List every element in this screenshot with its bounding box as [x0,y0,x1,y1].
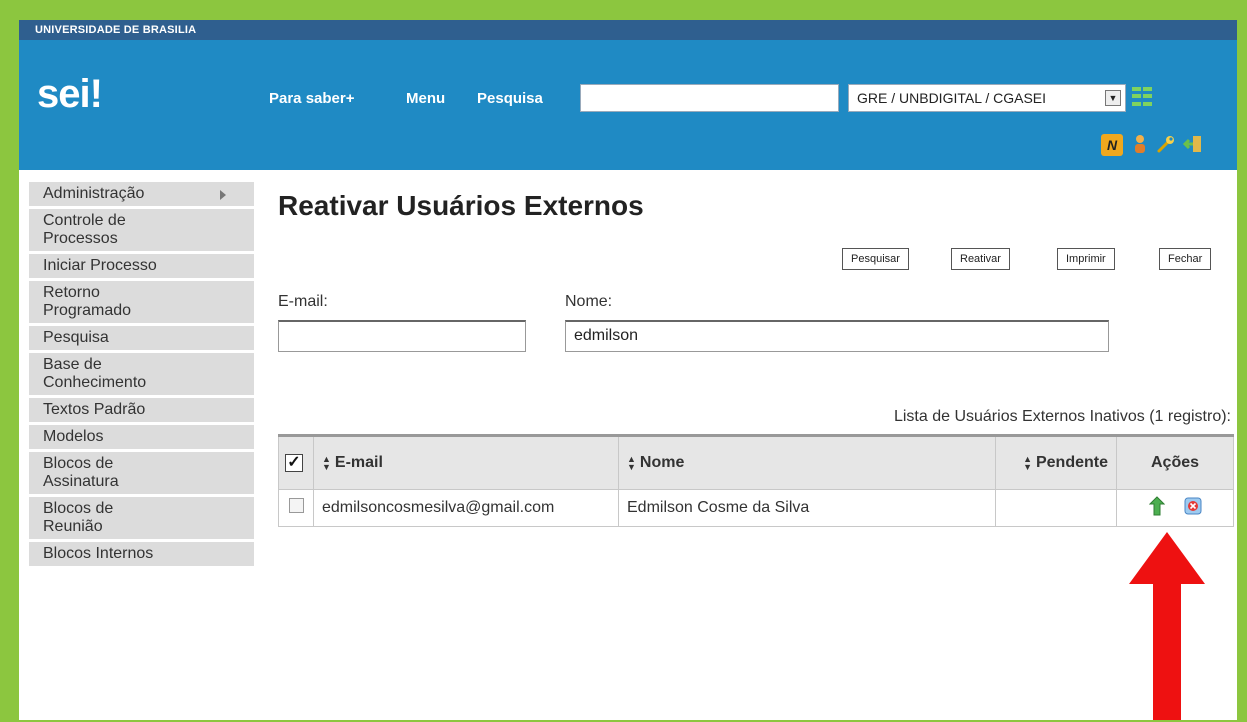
row-pendente [995,489,1117,527]
col-acoes: Ações [1116,434,1234,490]
nav-pesquisa[interactable]: Pesquisa [477,90,543,107]
row-nome: Edmilson Cosme da Silva [618,489,996,527]
pesquisar-button[interactable]: Pesquisar [842,248,909,270]
sidebar-item-label: Blocos Internos [43,545,154,562]
remove-icon[interactable] [1183,496,1203,518]
nome-field[interactable]: edmilson [565,320,1109,352]
nome-label: Nome: [565,293,613,310]
col-acoes-label: Ações [1150,454,1200,471]
annotation-arrow [1129,532,1205,720]
page-title: Reativar Usuários Externos [278,190,644,221]
sidebar-item-label: Blocos de Reunião [43,500,114,535]
sei-logo[interactable]: sei! [37,74,103,114]
col-email-label: E-mail [334,454,383,471]
org-name: UNIVERSIDADE DE BRASILIA [35,24,197,36]
exit-icon[interactable] [1182,134,1205,156]
fechar-button[interactable]: Fechar [1159,248,1212,270]
app-frame: UNIVERSIDADE DE BRASILIA sei! Para saber… [19,20,1237,720]
sidebar-item-blocos-internos[interactable]: Blocos Internos [29,542,254,566]
wrench-icon[interactable] [1155,134,1177,156]
list-caption: Lista de Usuários Externos Inativos (1 r… [893,408,1231,425]
n-icon[interactable]: N [1101,134,1123,156]
row-checkbox-cell [278,489,314,527]
header: UNIVERSIDADE DE BRASILIA sei! Para saber… [19,20,1237,170]
table-header-row: ✓ ▲ ▼ E-mail ▲ ▼ Nome ▲ ▼ Pendente Ações [278,434,1234,490]
sidebar-item-blocos-assinatura[interactable]: Blocos de Assinatura [29,452,254,494]
unit-select-value: GRE / UNBDIGITAL / CGASEI [857,90,1047,106]
email-field[interactable] [278,320,526,352]
sidebar-item-label: Blocos de Assinatura [43,455,119,490]
sort-icon[interactable]: ▲ ▼ [1023,454,1032,471]
sidebar-item-blocos-reuniao[interactable]: Blocos de Reunião [29,497,254,539]
sidebar-item-retorno-programado[interactable]: Retorno Programado [29,281,254,323]
search-input[interactable] [580,84,839,112]
row-actions [1116,489,1234,527]
sidebar-item-label: Textos Padrão [43,401,146,418]
sort-icon[interactable]: ▲ ▼ [627,454,636,471]
unit-select[interactable]: GRE / UNBDIGITAL / CGASEI ▼ [848,84,1126,112]
nav-para-saber[interactable]: Para saber+ [269,90,354,107]
col-nome-label: Nome [639,454,685,471]
sidebar-item-base-conhecimento[interactable]: Base de Conhecimento [29,353,254,395]
sidebar-item-administracao[interactable]: Administração [29,182,254,206]
sort-icon[interactable]: ▲ ▼ [322,454,331,471]
sidebar-menu: Administração Controle de Processos Inic… [29,182,254,662]
col-email[interactable]: ▲ ▼ E-mail [313,434,619,490]
col-nome[interactable]: ▲ ▼ Nome [618,434,996,490]
sidebar-item-label: Modelos [43,428,104,445]
select-all-checkbox[interactable]: ✓ [285,454,303,472]
org-strip: UNIVERSIDADE DE BRASILIA [19,20,1237,40]
row-email: edmilsoncosmesilva@gmail.com [313,489,619,527]
chevron-right-icon [220,190,226,200]
sidebar-item-modelos[interactable]: Modelos [29,425,254,449]
sidebar-item-label: Base de Conhecimento [43,356,147,391]
sidebar-item-label: Administração [43,185,145,202]
sidebar-item-controle-processos[interactable]: Controle de Processos [29,209,254,251]
col-pendente[interactable]: ▲ ▼ Pendente [995,434,1117,490]
nav-menu[interactable]: Menu [406,90,445,107]
sidebar-item-label: Retorno Programado [43,284,132,319]
sidebar-item-pesquisa[interactable]: Pesquisa [29,326,254,350]
imprimir-button[interactable]: Imprimir [1057,248,1115,270]
results-table: ✓ ▲▼E-mail ▲▼Nome ▲▼Pendente Ações [278,434,1234,527]
sidebar-item-label: Controle de Processos [43,212,126,247]
grid-icon[interactable] [1132,87,1152,107]
col-pendente-label: Pendente [1035,454,1108,471]
select-all-cell: ✓ [278,434,314,490]
row-checkbox[interactable] [288,498,304,513]
reativar-button[interactable]: Reativar [951,248,1010,270]
chevron-down-icon[interactable]: ▼ [1105,90,1121,106]
user-icon[interactable] [1129,134,1151,156]
sidebar-item-label: Pesquisa [43,329,109,346]
sidebar-item-label: Iniciar Processo [43,257,157,274]
sidebar-item-iniciar-processo[interactable]: Iniciar Processo [29,254,254,278]
sidebar-item-textos-padrao[interactable]: Textos Padrão [29,398,254,422]
table-row: edmilsoncosmesilva@gmail.com Edmilson Co… [278,489,1234,527]
reactivate-icon[interactable] [1147,495,1167,518]
email-label: E-mail: [278,293,328,310]
